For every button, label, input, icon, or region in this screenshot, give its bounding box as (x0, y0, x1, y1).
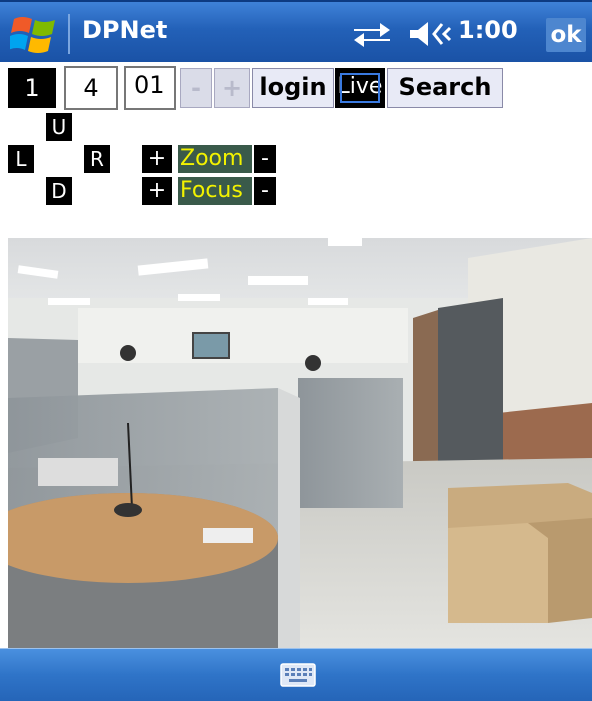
app-title: DPNet (82, 16, 168, 44)
minus-button[interactable]: - (180, 68, 212, 108)
search-button[interactable]: Search (387, 68, 503, 108)
zoom-out-button[interactable]: - (254, 145, 276, 173)
camera-video-view[interactable] (8, 238, 592, 648)
ok-button[interactable]: ok (546, 18, 586, 52)
windows-start-icon[interactable] (10, 13, 58, 55)
volume-icon[interactable] (408, 20, 454, 48)
channel-input[interactable]: 01 (124, 66, 176, 110)
title-separator (68, 14, 70, 54)
ptz-up-button[interactable]: U (46, 113, 72, 141)
camera-number[interactable]: 1 (8, 68, 56, 108)
ptz-right-button[interactable]: R (84, 145, 110, 173)
clock: 1:00 (458, 16, 518, 44)
connectivity-icon[interactable] (350, 20, 394, 48)
zoom-in-button[interactable]: + (142, 145, 172, 173)
login-button[interactable]: login (252, 68, 334, 108)
zoom-label: Zoom (178, 145, 252, 173)
title-bar: DPNet 1:00 ok (0, 0, 592, 62)
keyboard-icon[interactable] (280, 663, 316, 687)
channel-value-field[interactable]: 4 (64, 66, 118, 110)
focus-far-button[interactable]: - (254, 177, 276, 205)
ptz-down-button[interactable]: D (46, 177, 72, 205)
ptz-left-button[interactable]: L (8, 145, 34, 173)
bottom-menu-bar (0, 648, 592, 701)
focus-label: Focus (178, 177, 252, 205)
focus-near-button[interactable]: + (142, 177, 172, 205)
plus-button[interactable]: + (214, 68, 250, 108)
live-button[interactable]: Live (335, 68, 385, 108)
